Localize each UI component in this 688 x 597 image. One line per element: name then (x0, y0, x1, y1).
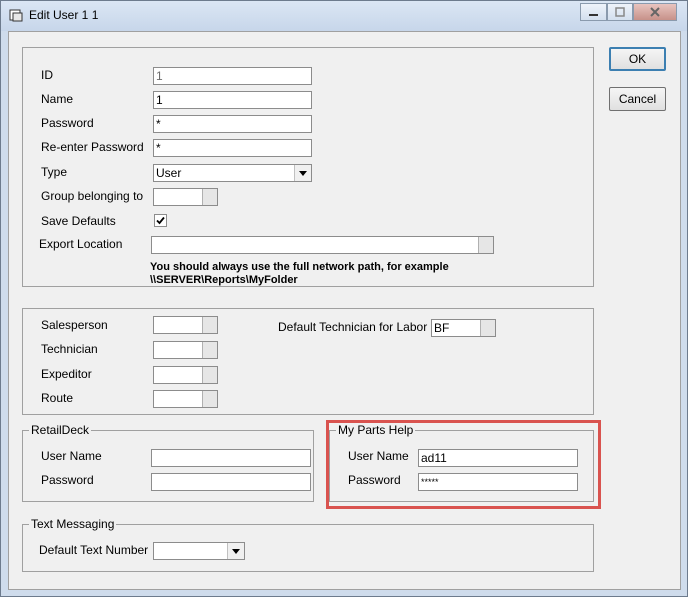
highlight-box (326, 420, 601, 509)
title-bar[interactable]: Edit User 1 1 (1, 1, 687, 31)
expeditor-label: Expeditor (41, 367, 92, 381)
window-title: Edit User 1 1 (29, 8, 99, 22)
retaildeck-password-label: Password (41, 473, 94, 487)
group-select[interactable] (153, 188, 218, 206)
dialog-client: OK Cancel ID 1 Name 1 Password * Re-ente… (8, 31, 681, 590)
close-button[interactable] (633, 3, 677, 21)
password-field[interactable]: * (153, 115, 312, 133)
save-defaults-label: Save Defaults (41, 214, 116, 228)
default-text-number-select[interactable] (153, 542, 245, 560)
network-path-note-line2: \\SERVER\Reports\MyFolder (150, 274, 298, 286)
minimize-button[interactable] (580, 3, 607, 21)
default-text-number-label: Default Text Number (39, 543, 149, 557)
retaildeck-password-field[interactable] (151, 473, 311, 491)
name-label: Name (41, 92, 74, 106)
default-technician-select[interactable]: BF (431, 319, 496, 337)
id-label: ID (41, 68, 53, 82)
route-label: Route (41, 391, 74, 405)
dropdown-knob-icon[interactable] (480, 320, 495, 336)
export-location-field[interactable] (151, 236, 494, 254)
dropdown-knob-icon[interactable] (202, 391, 217, 407)
dropdown-knob-icon[interactable] (202, 342, 217, 358)
retaildeck-username-field[interactable] (151, 449, 311, 467)
password-label: Password (41, 116, 94, 130)
chevron-down-icon[interactable] (227, 543, 244, 559)
cancel-button[interactable]: Cancel (609, 87, 666, 111)
chevron-down-icon[interactable] (294, 165, 311, 181)
browse-knob-icon[interactable] (478, 237, 493, 253)
technician-select[interactable] (153, 341, 218, 359)
text-messaging-legend: Text Messaging (29, 517, 117, 531)
default-technician-value: BF (434, 321, 450, 335)
route-select[interactable] (153, 390, 218, 408)
salesperson-label: Salesperson (41, 318, 108, 332)
default-technician-label: Default Technician for Labor (278, 320, 428, 334)
group-label: Group belonging to (41, 189, 144, 203)
id-field[interactable]: 1 (153, 67, 312, 85)
retaildeck-legend: RetailDeck (29, 423, 92, 437)
retaildeck-group: RetailDeck User Name Password (22, 423, 314, 502)
save-defaults-checkbox[interactable] (154, 214, 167, 227)
export-location-label: Export Location (39, 237, 123, 251)
reenter-password-field[interactable]: * (153, 139, 312, 157)
type-select[interactable]: User (153, 164, 312, 182)
type-label: Type (41, 165, 68, 179)
ok-button[interactable]: OK (609, 47, 666, 71)
roles-group: Salesperson Technician Expeditor Route D… (22, 308, 594, 415)
network-path-note-line1: You should always use the full network p… (150, 261, 449, 273)
dropdown-knob-icon[interactable] (202, 367, 217, 383)
expeditor-select[interactable] (153, 366, 218, 384)
text-messaging-group: Text Messaging Default Text Number (22, 517, 594, 572)
maximize-button[interactable] (607, 3, 633, 21)
reenter-password-label: Re-enter Password (41, 140, 144, 154)
name-field[interactable]: 1 (153, 91, 312, 109)
technician-label: Technician (41, 342, 98, 356)
dropdown-knob-icon[interactable] (202, 317, 217, 333)
minimize-icon (589, 14, 598, 16)
user-details-group: ID 1 Name 1 Password * Re-enter Password… (22, 47, 594, 287)
type-select-value: User (156, 166, 182, 180)
app-icon (9, 9, 23, 22)
maximize-icon (615, 7, 625, 17)
dropdown-knob-icon[interactable] (202, 189, 217, 205)
retaildeck-username-label: User Name (41, 449, 102, 463)
close-icon (650, 7, 660, 17)
salesperson-select[interactable] (153, 316, 218, 334)
edit-user-window: Edit User 1 1 OK Cancel ID 1 Name 1 Pass… (0, 0, 688, 597)
